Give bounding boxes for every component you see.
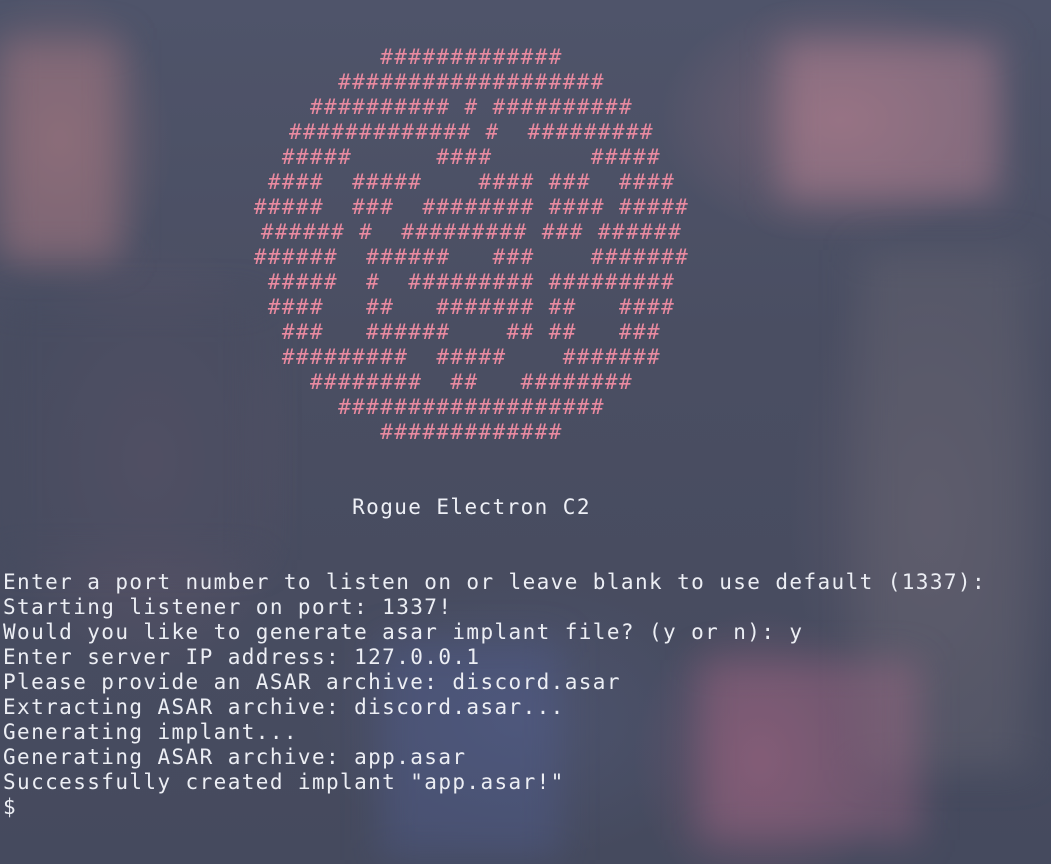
ascii-logo-line: ##### ### ######## #### ##### — [253, 195, 690, 219]
ascii-logo-line: ######### ##### ####### — [281, 345, 662, 369]
ascii-logo-line: ############# — [380, 45, 563, 69]
ascii-logo-line: ############# — [380, 420, 563, 444]
ascii-logo-line: ### ###### ## ## ### — [281, 320, 662, 344]
ascii-logo-line: ######## ## ######## — [310, 370, 633, 394]
terminal-output-line: Enter server IP address: 127.0.0.1 — [3, 645, 481, 669]
terminal-output-line: Starting listener on port: 1337! — [3, 595, 453, 619]
ascii-logo-line: ############# # ######### — [288, 120, 655, 144]
ascii-logo-line: ###### # ######### ### ###### — [260, 220, 683, 244]
app-title: Rogue Electron C2 — [352, 495, 591, 519]
ascii-logo-line: ################### — [338, 70, 605, 94]
ascii-logo-line: #### ##### #### ### #### — [267, 170, 676, 194]
ascii-logo-line: ################### — [338, 395, 605, 419]
shell-prompt[interactable]: $ — [3, 795, 16, 820]
ascii-logo-line: ##### # ######### ######### — [267, 270, 676, 294]
ascii-logo-line: ##### #### ##### — [281, 145, 662, 169]
terminal-window[interactable]: ############# ################### ########… — [0, 0, 1051, 864]
terminal-output-line: Please provide an ASAR archive: discord.… — [3, 670, 621, 694]
terminal-output: Enter a port number to listen on or leav… — [3, 570, 986, 795]
terminal-output-line: Successfully created implant "app.asar!" — [3, 770, 565, 794]
terminal-output-line: Extracting ASAR archive: discord.asar... — [3, 695, 565, 719]
terminal-output-line: Enter a port number to listen on or leav… — [3, 570, 987, 594]
ascii-logo: ############# ################### ########… — [0, 45, 943, 445]
ascii-logo-line: ########## # ########## — [310, 95, 633, 119]
terminal-output-line: Would you like to generate asar implant … — [3, 620, 804, 644]
ascii-logo-line: ###### ###### ### ####### — [253, 245, 690, 269]
terminal-output-line: Generating ASAR archive: app.asar — [3, 745, 467, 769]
ascii-logo-line: #### ## ####### ## #### — [267, 295, 676, 319]
terminal-output-line: Generating implant... — [3, 720, 298, 744]
